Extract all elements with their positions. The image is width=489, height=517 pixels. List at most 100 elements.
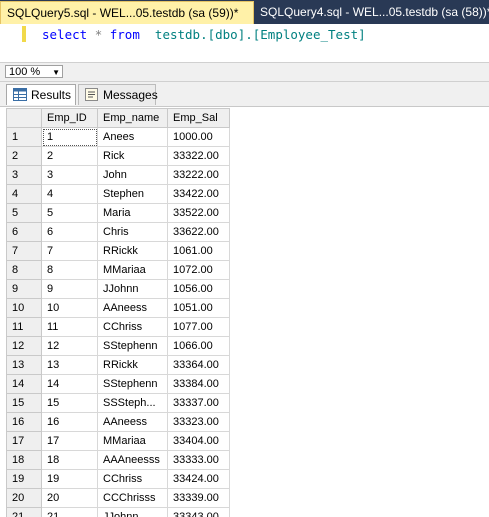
table-row[interactable]: 2 2 Rick 33322.00 (6, 146, 230, 166)
query-text[interactable]: select * from testdb.[dbo].[Employee_Tes… (42, 27, 366, 42)
table-cell[interactable]: 6 (41, 222, 98, 242)
table-row[interactable]: 21 21 JJohnn 33343.00 (6, 507, 230, 517)
table-cell[interactable]: AAneess (97, 412, 168, 432)
table-cell[interactable]: 19 (41, 469, 98, 489)
table-row[interactable]: 14 14 SStephenn 33384.00 (6, 374, 230, 394)
table-row[interactable]: 19 19 CChriss 33424.00 (6, 469, 230, 489)
row-number[interactable]: 15 (6, 393, 42, 413)
table-cell[interactable]: 13 (41, 355, 98, 375)
column-header[interactable]: Emp_ID (41, 108, 98, 128)
table-cell[interactable]: RRickk (97, 355, 168, 375)
table-cell[interactable]: 14 (41, 374, 98, 394)
tab-sqlquery5[interactable]: SQLQuery5.sql - WEL...05.testdb (sa (59)… (0, 1, 254, 24)
results-grid[interactable]: Emp_ID Emp_name Emp_Sal 1 1 Anees 1000.00 2 2… (6, 108, 489, 517)
row-number[interactable]: 8 (6, 260, 42, 280)
table-cell[interactable]: 33222.00 (167, 165, 230, 185)
table-row[interactable]: 7 7 RRickk 1061.00 (6, 241, 230, 261)
table-cell[interactable]: 33339.00 (167, 488, 230, 508)
table-cell[interactable]: JJohnn (97, 279, 168, 299)
table-row[interactable]: 10 10 AAneess 1051.00 (6, 298, 230, 318)
table-cell[interactable]: 33622.00 (167, 222, 230, 242)
row-number[interactable]: 11 (6, 317, 42, 337)
row-number-header[interactable] (6, 108, 42, 128)
table-row[interactable]: 16 16 AAneess 33323.00 (6, 412, 230, 432)
table-row[interactable]: 1 1 Anees 1000.00 (6, 127, 230, 147)
table-row[interactable]: 6 6 Chris 33622.00 (6, 222, 230, 242)
column-header[interactable]: Emp_name (97, 108, 168, 128)
column-header[interactable]: Emp_Sal (167, 108, 230, 128)
table-row[interactable]: 4 4 Stephen 33422.00 (6, 184, 230, 204)
table-cell[interactable]: 1051.00 (167, 298, 230, 318)
row-number[interactable]: 2 (6, 146, 42, 166)
table-cell[interactable]: 33323.00 (167, 412, 230, 432)
table-cell[interactable]: 18 (41, 450, 98, 470)
table-cell[interactable]: 8 (41, 260, 98, 280)
table-cell[interactable]: 33364.00 (167, 355, 230, 375)
table-cell[interactable]: CCChrisss (97, 488, 168, 508)
table-cell[interactable]: 15 (41, 393, 98, 413)
tab-results[interactable]: Results (6, 84, 76, 105)
table-cell[interactable]: 3 (41, 165, 98, 185)
table-cell[interactable]: 1000.00 (167, 127, 230, 147)
table-cell[interactable]: SStephenn (97, 374, 168, 394)
row-number[interactable]: 9 (6, 279, 42, 299)
table-cell[interactable]: 17 (41, 431, 98, 451)
table-row[interactable]: 3 3 John 33222.00 (6, 165, 230, 185)
table-cell[interactable]: 7 (41, 241, 98, 261)
table-cell[interactable]: 33322.00 (167, 146, 230, 166)
table-cell[interactable]: 10 (41, 298, 98, 318)
table-row[interactable]: 5 5 Maria 33522.00 (6, 203, 230, 223)
table-cell[interactable]: 33384.00 (167, 374, 230, 394)
table-cell[interactable]: MMariaa (97, 260, 168, 280)
table-cell[interactable]: Anees (97, 127, 168, 147)
table-cell[interactable]: 33337.00 (167, 393, 230, 413)
table-cell[interactable]: JJohnn (97, 507, 168, 517)
table-cell[interactable]: Rick (97, 146, 168, 166)
table-row[interactable]: 17 17 MMariaa 33404.00 (6, 431, 230, 451)
table-row[interactable]: 8 8 MMariaa 1072.00 (6, 260, 230, 280)
row-number[interactable]: 20 (6, 488, 42, 508)
table-cell[interactable]: 1 (41, 127, 98, 147)
tab-sqlquery4[interactable]: SQLQuery4.sql - WEL...05.testdb (sa (58)… (254, 1, 489, 24)
row-number[interactable]: 7 (6, 241, 42, 261)
row-number[interactable]: 3 (6, 165, 42, 185)
table-cell[interactable]: 1072.00 (167, 260, 230, 280)
table-cell[interactable]: CChriss (97, 317, 168, 337)
table-cell[interactable]: 21 (41, 507, 98, 517)
row-number[interactable]: 19 (6, 469, 42, 489)
table-cell[interactable]: 16 (41, 412, 98, 432)
row-number[interactable]: 5 (6, 203, 42, 223)
row-number[interactable]: 17 (6, 431, 42, 451)
table-cell[interactable]: 1066.00 (167, 336, 230, 356)
table-row[interactable]: 9 9 JJohnn 1056.00 (6, 279, 230, 299)
table-cell[interactable]: 33522.00 (167, 203, 230, 223)
table-row[interactable]: 18 18 AAAneesss 33333.00 (6, 450, 230, 470)
row-number[interactable]: 14 (6, 374, 42, 394)
table-row[interactable]: 15 15 SSSteph... 33337.00 (6, 393, 230, 413)
table-cell[interactable]: MMariaa (97, 431, 168, 451)
row-number[interactable]: 6 (6, 222, 42, 242)
table-cell[interactable]: AAneess (97, 298, 168, 318)
table-row[interactable]: 13 13 RRickk 33364.00 (6, 355, 230, 375)
table-cell[interactable]: AAAneesss (97, 450, 168, 470)
table-cell[interactable]: RRickk (97, 241, 168, 261)
table-cell[interactable]: Chris (97, 222, 168, 242)
table-cell[interactable]: CChriss (97, 469, 168, 489)
table-row[interactable]: 11 11 CChriss 1077.00 (6, 317, 230, 337)
chevron-down-icon[interactable]: ▼ (52, 66, 60, 79)
row-number[interactable]: 21 (6, 507, 42, 517)
table-cell[interactable]: 4 (41, 184, 98, 204)
table-cell[interactable]: Maria (97, 203, 168, 223)
table-cell[interactable]: 33424.00 (167, 469, 230, 489)
table-cell[interactable]: 2 (41, 146, 98, 166)
row-number[interactable]: 1 (6, 127, 42, 147)
table-cell[interactable]: 20 (41, 488, 98, 508)
table-cell[interactable]: 5 (41, 203, 98, 223)
tab-messages[interactable]: Messages (78, 84, 158, 105)
table-cell[interactable]: Stephen (97, 184, 168, 204)
table-cell[interactable]: 1077.00 (167, 317, 230, 337)
row-number[interactable]: 13 (6, 355, 42, 375)
table-cell[interactable]: 11 (41, 317, 98, 337)
table-cell[interactable]: 12 (41, 336, 98, 356)
table-cell[interactable]: 33343.00 (167, 507, 230, 517)
